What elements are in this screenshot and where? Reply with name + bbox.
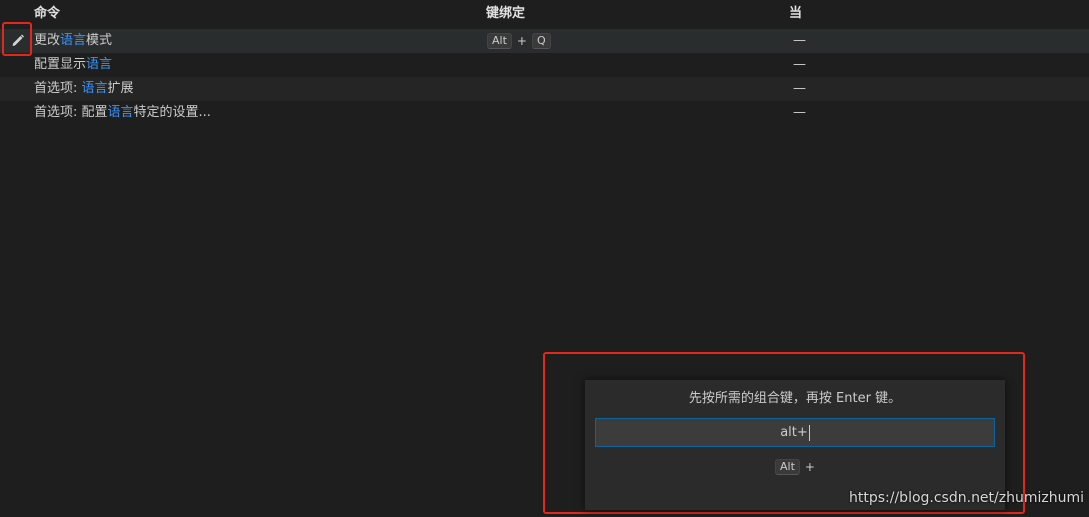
keybinding-cell: Alt + Q <box>487 32 551 50</box>
input-value: alt+ <box>780 425 808 440</box>
pencil-icon[interactable] <box>10 32 26 48</box>
command-text: 扩展 <box>107 81 134 96</box>
command-cell: 首选项: 语言扩展 <box>34 81 134 97</box>
command-text: 首选项: 配置 <box>34 105 108 120</box>
keybinding-preview: Alt + <box>585 459 1005 475</box>
keyboard-shortcuts-editor: 命令 键绑定 当 更改语言模式 Alt + Q — 配置显示语言 — 首选项: … <box>0 0 1089 517</box>
search-match: 语言 <box>107 105 134 120</box>
command-cell: 首选项: 配置语言特定的设置... <box>34 105 211 121</box>
key-label: Alt <box>487 33 512 49</box>
table-row[interactable]: 首选项: 配置语言特定的设置... — <box>0 101 1089 125</box>
header-when[interactable]: 当 <box>789 6 802 22</box>
key-label: Alt <box>775 459 800 475</box>
command-text: 更改 <box>34 33 61 48</box>
table-header: 命令 键绑定 当 <box>0 0 1089 28</box>
key-separator: + <box>516 34 527 48</box>
header-keybinding[interactable]: 键绑定 <box>486 6 525 22</box>
command-text: 首选项: <box>34 81 82 96</box>
command-cell: 配置显示语言 <box>34 57 112 73</box>
command-text: 配置显示 <box>34 57 87 72</box>
keybinding-table: 更改语言模式 Alt + Q — 配置显示语言 — 首选项: 语言扩展 — 首选… <box>0 29 1089 125</box>
when-cell: — <box>793 57 806 72</box>
key-label: Q <box>531 33 551 49</box>
search-match: 语言 <box>60 33 87 48</box>
search-match: 语言 <box>86 57 113 72</box>
edit-keybinding-highlight <box>2 22 32 56</box>
dialog-message: 先按所需的组合键，再按 Enter 键。 <box>688 391 902 406</box>
command-text: 特定的设置... <box>133 105 211 120</box>
key-separator: + <box>804 460 815 474</box>
table-row[interactable]: 首选项: 语言扩展 — <box>0 77 1089 101</box>
table-row[interactable]: 更改语言模式 Alt + Q — <box>0 29 1089 53</box>
when-cell: — <box>793 105 806 120</box>
table-row[interactable]: 配置显示语言 — <box>0 53 1089 77</box>
keybinding-input[interactable]: alt+ <box>595 418 995 447</box>
search-match: 语言 <box>81 81 108 96</box>
watermark: https://blog.csdn.net/zhumizhumi <box>849 490 1084 506</box>
command-text: 模式 <box>86 33 113 48</box>
header-command[interactable]: 命令 <box>34 6 60 22</box>
text-caret <box>808 424 810 441</box>
command-cell: 更改语言模式 <box>34 33 112 49</box>
when-cell: — <box>793 33 806 48</box>
when-cell: — <box>793 81 806 96</box>
